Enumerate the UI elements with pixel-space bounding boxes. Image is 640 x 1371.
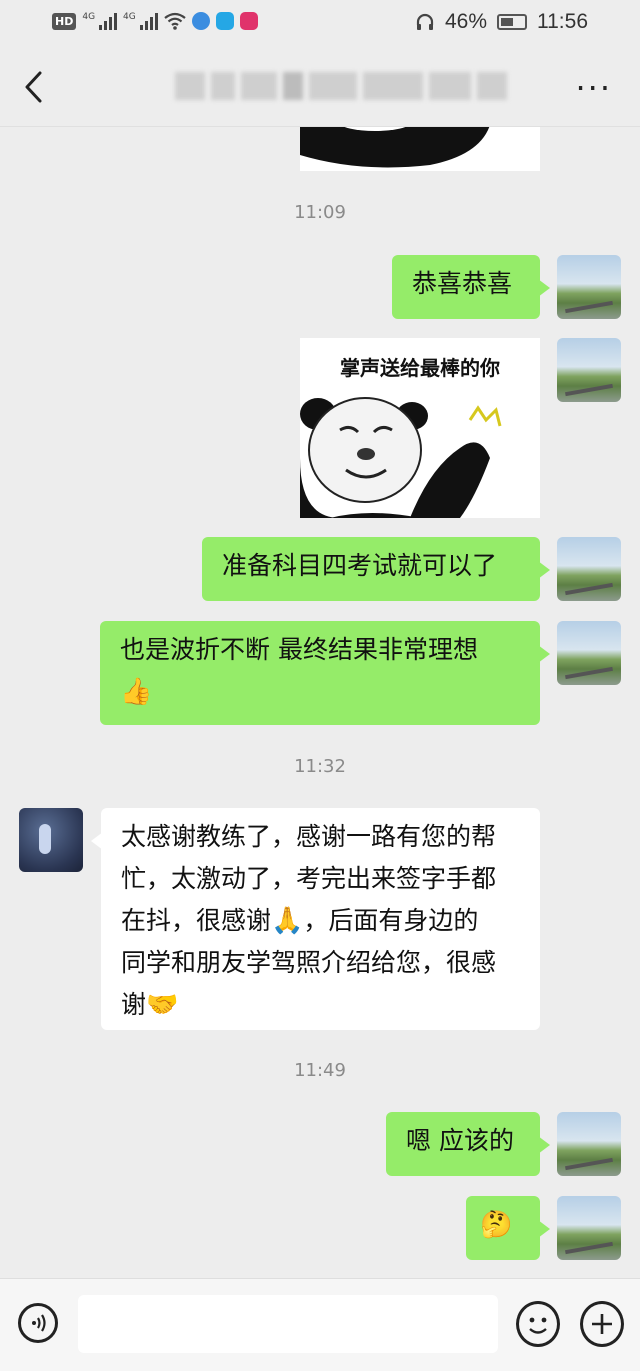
status-right: 46% 11:56	[415, 10, 588, 34]
thumbs-up-icon: 👍	[120, 677, 153, 707]
signal-icon: 4G	[82, 12, 118, 30]
hd-badge: HD	[52, 12, 77, 30]
message-text: 也是波折不断 最终结果非常理想	[120, 635, 478, 664]
timestamp: 11:49	[294, 1060, 346, 1081]
message-bubble-self[interactable]: 恭喜恭喜	[392, 255, 550, 319]
avatar-self[interactable]	[557, 1196, 621, 1260]
message-text-line: 谢🤝	[121, 984, 520, 1026]
emoji-icon[interactable]	[516, 1301, 560, 1347]
status-time: 11:56	[537, 10, 588, 33]
signal-label-2: 4G	[123, 12, 136, 22]
message-bubble-self[interactable]: 🤔	[466, 1196, 550, 1260]
status-left-icons: HD 4G 4G	[52, 12, 258, 30]
voice-icon[interactable]	[18, 1303, 58, 1343]
chat-header: ···	[0, 48, 640, 127]
battery-icon	[497, 14, 527, 30]
app-notification-icon-2	[215, 12, 234, 30]
status-bar: HD 4G 4G 46% 11:56	[0, 0, 640, 48]
message-text-segment: 谢	[121, 990, 147, 1019]
message-bubble-self[interactable]: 嗯 应该的	[386, 1112, 550, 1176]
battery-percent: 46%	[444, 10, 487, 33]
message-input[interactable]	[78, 1295, 498, 1353]
message-text-line: 同学和朋友学驾照介绍给您，很感	[121, 948, 497, 977]
panda-sticker-icon	[300, 397, 502, 518]
plus-icon[interactable]	[580, 1301, 624, 1347]
sticker-image[interactable]: 掌声送给最棒的你	[300, 338, 540, 518]
handshake-icon: 🤝	[146, 990, 179, 1020]
chat-title-redacted	[175, 72, 507, 104]
message-list[interactable]: 11:09 恭喜恭喜 掌声送给最棒的你 准备科目四考试就可以了 也是波折不断 最…	[0, 127, 640, 1278]
thinking-face-icon: 🤔	[480, 1210, 513, 1240]
chevron-left-icon[interactable]	[20, 70, 50, 104]
message-text-line: 在抖，很感谢🙏，后面有身边的	[121, 900, 520, 942]
message-text-line: 太感谢教练了，感谢一路有您的帮	[121, 822, 497, 851]
panda-sticker-partial	[300, 127, 540, 171]
pray-icon: 🙏	[271, 906, 304, 936]
timestamp: 11:09	[294, 202, 346, 223]
avatar-contact[interactable]	[19, 808, 83, 872]
headphones-icon	[416, 13, 434, 30]
avatar-self[interactable]	[557, 621, 621, 685]
app-notification-icon-1	[191, 12, 210, 30]
signal-label: 4G	[82, 12, 96, 22]
ellipsis-icon[interactable]: ···	[575, 72, 612, 104]
signal-icon-2: 4G	[123, 12, 158, 30]
timestamp: 11:32	[294, 756, 346, 777]
message-bubble-self[interactable]: 也是波折不断 最终结果非常理想 👍	[100, 621, 550, 725]
message-text-segment: ，后面有身边的	[303, 906, 479, 935]
input-bar	[0, 1278, 640, 1371]
message-text-line: 忙，太激动了，考完出来签字手都	[121, 864, 497, 893]
app-notification-icon-3	[239, 12, 258, 30]
avatar-self[interactable]	[557, 255, 621, 319]
sticker-image-partial[interactable]	[300, 127, 540, 171]
message-text-segment: 在抖，很感谢	[121, 906, 272, 935]
avatar-self[interactable]	[557, 338, 621, 402]
message-bubble-self[interactable]: 准备科目四考试就可以了	[202, 537, 550, 601]
wifi-icon	[164, 12, 186, 30]
avatar-self[interactable]	[557, 1112, 621, 1176]
avatar-self[interactable]	[557, 537, 621, 601]
message-bubble-contact[interactable]: 太感谢教练了，感谢一路有您的帮 忙，太激动了，考完出来签字手都 在抖，很感谢🙏，…	[91, 808, 540, 1030]
